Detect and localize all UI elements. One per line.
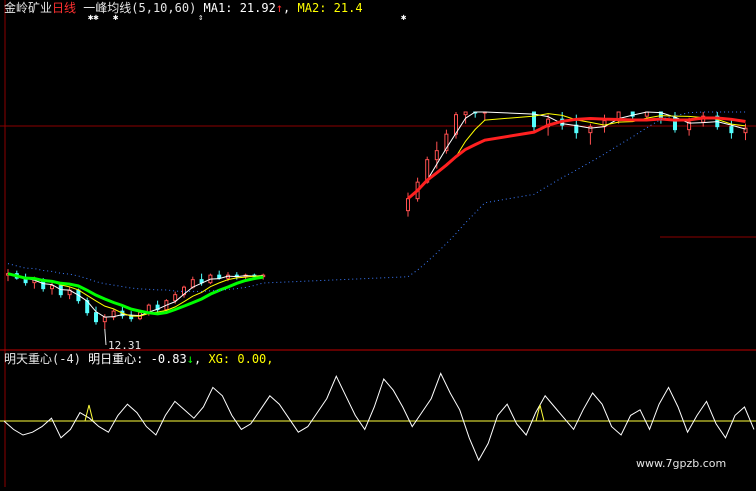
sub-indicator-param: (-4) — [52, 352, 81, 366]
sub-sep-1: , — [193, 352, 202, 366]
candle-body — [102, 316, 107, 323]
sub-indicator-line — [3, 372, 755, 462]
candle-body — [434, 150, 439, 161]
candle-body — [406, 198, 410, 212]
candle-body — [173, 294, 178, 302]
ma2-label: MA2: — [297, 1, 327, 15]
watermark: www.7gpzb.com — [636, 457, 727, 470]
stock-name: 金岭矿业 — [4, 1, 53, 15]
period-label: 日线 — [52, 1, 77, 15]
candle-body — [190, 279, 195, 288]
main-header: 金岭矿业日线 一峰均线(5,10,60) MA1: 21.92↑, MA2: 2… — [4, 1, 363, 15]
signal-marker-4[interactable]: ✱ — [401, 13, 406, 23]
sub-line-value: -0.83 — [150, 352, 187, 366]
candle-body — [729, 126, 734, 134]
candle-body — [217, 274, 222, 279]
xg-label: XG: — [208, 352, 231, 366]
sub-header: 明天重心(-4) 明日重心: -0.83↓, XG: 0.00, — [4, 352, 274, 366]
ma-long-line — [7, 272, 264, 316]
candle-body — [50, 285, 54, 290]
sub-line-arrow-icon: ↓ — [186, 352, 194, 366]
ma-dotted-line — [7, 111, 746, 293]
ma1-value: 21.92 — [239, 1, 276, 15]
ma1-arrow-icon: ↑ — [275, 1, 284, 15]
low-price-label: 12.31 — [108, 339, 142, 352]
chart-svg[interactable] — [0, 0, 756, 487]
signal-marker-3[interactable]: ⇕ — [198, 13, 203, 23]
xg-signal-mark — [535, 404, 545, 422]
sub-indicator-name: 明天重心 — [4, 352, 53, 366]
ma2-value: 21.4 — [333, 1, 363, 15]
signal-marker-2[interactable]: ✱ — [113, 13, 118, 23]
xg-value: 0.00 — [237, 352, 267, 366]
chart-stage[interactable]: 金岭矿业日线 一峰均线(5,10,60) MA1: 21.92↑, MA2: 2… — [0, 0, 756, 487]
header-sep: , — [283, 1, 291, 15]
indicator-params: (5,10,60) — [131, 1, 197, 15]
xg-signal-mark — [84, 404, 94, 422]
candle-body — [463, 111, 468, 116]
ma1-label: MA1: — [203, 1, 233, 15]
sub-line-label: 明日重心: — [88, 352, 144, 366]
signal-marker-1[interactable]: ✱✱ — [88, 13, 99, 23]
low-price-pointer — [104, 328, 107, 346]
candle-body — [94, 312, 98, 323]
sub-sep-2: , — [266, 352, 274, 366]
